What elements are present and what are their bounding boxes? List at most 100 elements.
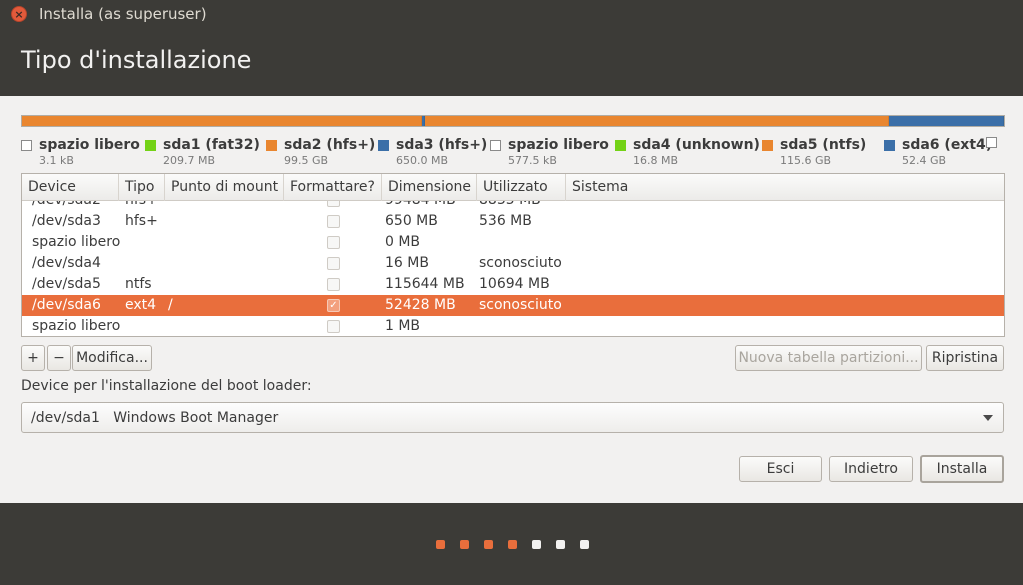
cell-device: spazio libero xyxy=(32,234,121,250)
window-title: Installa (as superuser) xyxy=(39,5,207,23)
cell-device: /dev/sda2 xyxy=(32,201,101,211)
partition-bar-segment xyxy=(425,116,889,126)
legend-size: 16.8 MB xyxy=(633,154,679,167)
cell-size: 16 MB xyxy=(385,255,429,271)
legend-item: sda4 (unknown) 16.8 MB xyxy=(615,137,760,167)
progress-dot xyxy=(532,540,541,549)
progress-dot xyxy=(484,540,493,549)
cell-device: /dev/sda6 xyxy=(32,297,101,313)
legend-item: sda2 (hfs+) 99.5 GB xyxy=(266,137,375,167)
cell-type: hfs+ xyxy=(125,201,158,211)
column-used[interactable]: Utilizzato xyxy=(477,174,566,201)
close-icon[interactable]: × xyxy=(11,6,27,22)
legend-swatch xyxy=(762,139,773,151)
legend-item xyxy=(986,137,1003,149)
cell-used: 10694 MB xyxy=(479,276,550,292)
revert-button[interactable]: Ripristina xyxy=(926,345,1004,371)
legend-name: sda4 (unknown) xyxy=(633,137,760,153)
cell-mount: / xyxy=(168,297,173,313)
table-row[interactable]: spazio libero 0 MB xyxy=(22,232,1004,253)
dropdown-arrow-icon xyxy=(983,415,993,421)
format-checkbox[interactable] xyxy=(327,236,340,249)
legend-swatch xyxy=(145,139,156,151)
window-titlebar: × Installa (as superuser) xyxy=(0,0,1023,28)
format-checkbox[interactable]: ✓ xyxy=(327,299,340,312)
column-device[interactable]: Device xyxy=(22,174,119,201)
table-row[interactable]: /dev/sda3 hfs+ 650 MB 536 MB xyxy=(22,211,1004,232)
legend-swatch xyxy=(266,139,277,151)
install-button[interactable]: Installa xyxy=(920,455,1004,483)
add-partition-button[interactable]: + xyxy=(21,345,45,371)
modify-partition-button[interactable]: Modifica... xyxy=(72,345,152,371)
cell-type: ntfs xyxy=(125,276,152,292)
cell-device: spazio libero xyxy=(32,318,121,334)
legend-size: 99.5 GB xyxy=(284,154,329,167)
partition-bar xyxy=(21,115,1005,127)
table-body: /dev/sda2 hfs+ 99484 MB 8835 MB/dev/sda3 hfs… xyxy=(22,201,1004,336)
legend-item: sda6 (ext4) 52.4 GB xyxy=(884,137,992,167)
table-row[interactable]: /dev/sda5 ntfs 115644 MB 10694 MB xyxy=(22,274,1004,295)
partition-table: Device Tipo Punto di mount Formattare? D… xyxy=(21,173,1005,337)
cell-used: sconosciuto xyxy=(479,297,562,313)
legend-size: 115.6 GB xyxy=(780,154,832,167)
format-checkbox[interactable] xyxy=(327,215,340,228)
legend-item: sda5 (ntfs) 115.6 GB xyxy=(762,137,866,167)
table-row[interactable]: /dev/sda4 16 MB sconosciuto xyxy=(22,253,1004,274)
partition-bar-segment xyxy=(889,116,1004,126)
page-header: Tipo d'installazione xyxy=(0,28,1023,96)
bootloader-device-select[interactable]: /dev/sda1 Windows Boot Manager xyxy=(21,402,1004,433)
cell-size: 52428 MB xyxy=(385,297,456,313)
progress-dot xyxy=(556,540,565,549)
legend-size: 577.5 kB xyxy=(508,154,557,167)
column-system[interactable]: Sistema xyxy=(566,174,1004,201)
cell-type: hfs+ xyxy=(125,213,158,229)
legend-name: sda5 (ntfs) xyxy=(780,137,867,153)
legend-swatch xyxy=(884,139,895,151)
table-row[interactable]: spazio libero 1 MB xyxy=(22,316,1004,336)
column-format[interactable]: Formattare? xyxy=(284,174,382,201)
format-checkbox[interactable] xyxy=(327,278,340,291)
legend-name: sda1 (fat32) xyxy=(163,137,260,153)
back-button[interactable]: Indietro xyxy=(829,456,913,482)
cell-size: 99484 MB xyxy=(385,201,456,211)
format-checkbox[interactable] xyxy=(327,257,340,270)
column-size[interactable]: Dimensione xyxy=(382,174,477,201)
partition-legend: spazio libero 3.1 kB sda1 (fat32) 209.7 MB s… xyxy=(21,137,1003,167)
legend-size: 52.4 GB xyxy=(902,154,947,167)
partition-bar-segment xyxy=(22,116,422,126)
cell-device: /dev/sda4 xyxy=(32,255,101,271)
progress-dots xyxy=(436,540,604,549)
legend-item: sda1 (fat32) 209.7 MB xyxy=(145,137,260,167)
progress-dot xyxy=(460,540,469,549)
legend-name: spazio libero xyxy=(39,137,140,153)
legend-name: sda3 (hfs+) xyxy=(396,137,488,153)
legend-size: 650.0 MB xyxy=(396,154,449,167)
format-checkbox[interactable] xyxy=(327,320,340,333)
legend-swatch xyxy=(21,139,32,151)
format-checkbox[interactable] xyxy=(327,201,340,207)
table-header: Device Tipo Punto di mount Formattare? D… xyxy=(22,174,1004,201)
column-mount[interactable]: Punto di mount xyxy=(165,174,284,201)
new-partition-table-button[interactable]: Nuova tabella partizioni... xyxy=(735,345,922,371)
legend-swatch xyxy=(615,139,626,151)
table-row[interactable]: /dev/sda2 hfs+ 99484 MB 8835 MB xyxy=(22,201,1004,211)
cell-size: 1 MB xyxy=(385,318,421,334)
footer xyxy=(0,503,1023,585)
legend-size: 209.7 MB xyxy=(163,154,216,167)
cell-used: sconosciuto xyxy=(479,255,562,271)
cell-size: 650 MB xyxy=(385,213,438,229)
remove-partition-button[interactable]: − xyxy=(47,345,71,371)
progress-dot xyxy=(436,540,445,549)
legend-item: sda3 (hfs+) 650.0 MB xyxy=(378,137,487,167)
cell-device: /dev/sda5 xyxy=(32,276,101,292)
cell-size: 0 MB xyxy=(385,234,421,250)
legend-swatch xyxy=(378,139,389,151)
progress-dot xyxy=(508,540,517,549)
cell-used: 8835 MB xyxy=(479,201,541,211)
legend-swatch xyxy=(490,139,501,151)
bootloader-label: Device per l'installazione del boot load… xyxy=(21,378,312,394)
column-type[interactable]: Tipo xyxy=(119,174,165,201)
quit-button[interactable]: Esci xyxy=(739,456,822,482)
table-row[interactable]: /dev/sda6 ext4 / 52428 MB sconosciuto ✓ xyxy=(22,295,1004,316)
legend-name: sda6 (ext4) xyxy=(902,137,993,153)
